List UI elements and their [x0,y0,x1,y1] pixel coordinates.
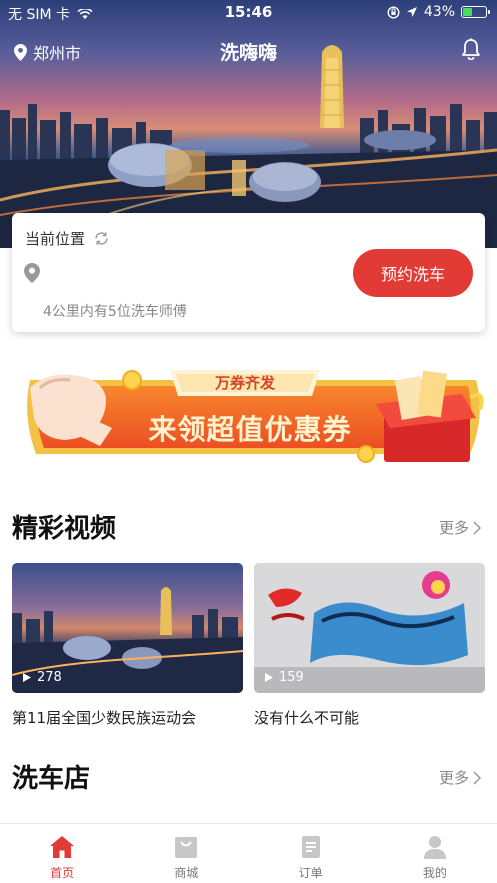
tab-profile[interactable]: 我的 [373,824,497,883]
coupon-banner[interactable]: 万券齐发 来领超值优惠券 [0,358,497,466]
location-arrow-icon [406,7,417,17]
current-location-label: 当前位置 [25,230,86,248]
shops-section-title: 洗车店 [12,764,91,794]
order-list-icon [301,836,320,858]
person-icon [423,836,446,859]
banner-headline: 来领超值优惠券 [148,413,352,446]
notification-button[interactable] [461,38,481,64]
battery-percent: 43% [423,4,455,20]
play-icon [265,673,273,682]
location-card: 当前位置 4公里内有5位洗车师傅 预约洗车 [12,213,485,332]
top-nav: 郑州市 洗嗨嗨 [0,36,497,66]
map-pin-icon [24,263,40,283]
shopping-bag-icon [175,837,198,858]
status-bar: 无 SIM 卡 15:46 43% [0,0,497,26]
refresh-icon[interactable] [93,230,110,247]
shops-more-label: 更多 [438,769,469,787]
video-card[interactable]: 278 [12,563,243,693]
shops-more-link[interactable]: 更多 [439,767,481,788]
nearby-washers-info: 4公里内有5位洗车师傅 [43,304,187,320]
tab-label: 我的 [422,866,447,880]
home-icon [50,836,75,858]
video-card[interactable]: 159 [254,563,485,693]
chevron-right-icon [473,520,481,535]
video-play-count: 159 [279,670,304,685]
book-wash-button[interactable]: 预约洗车 [353,249,473,297]
bottom-tab-bar: 首页 商城 订单 我的 [0,823,497,883]
video-play-count: 278 [37,670,62,685]
tab-orders[interactable]: 订单 [249,824,373,883]
bell-icon [462,38,480,61]
app-title: 洗嗨嗨 [219,42,277,64]
video-title[interactable]: 第11届全国少数民族运动会 [12,707,196,728]
tab-label: 订单 [298,866,323,880]
tab-label: 首页 [50,866,75,880]
tab-mall[interactable]: 商城 [124,824,248,883]
play-icon [23,673,31,682]
battery-icon [461,6,490,18]
banner-tag: 万券齐发 [214,374,275,392]
tab-home[interactable]: 首页 [0,824,124,883]
videos-section-title: 精彩视频 [12,514,117,544]
tab-label: 商城 [174,866,199,880]
videos-more-link[interactable]: 更多 [439,517,481,538]
videos-more-label: 更多 [438,519,469,537]
chevron-right-icon [473,770,481,785]
video-title[interactable]: 没有什么不可能 [254,707,359,728]
lock-rotation-icon [387,5,400,19]
